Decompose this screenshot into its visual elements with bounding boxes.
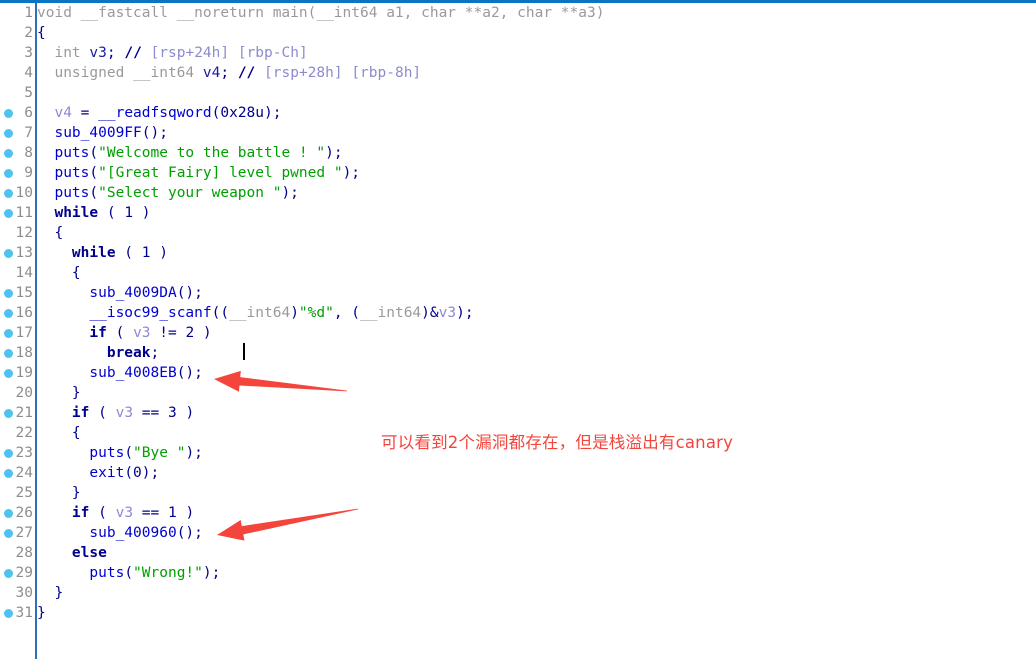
pseudocode-window: 1 void __fastcall __noreturn main(__int64…: [0, 0, 1036, 659]
arrow-to-sub_400960: [217, 508, 359, 541]
arrow-to-sub_4008EB: [214, 370, 359, 541]
arrow-to-sub_4008EB: [214, 370, 348, 392]
annotation-note: 可以看到2个漏洞都存在，但是栈溢出有canary: [381, 433, 734, 452]
